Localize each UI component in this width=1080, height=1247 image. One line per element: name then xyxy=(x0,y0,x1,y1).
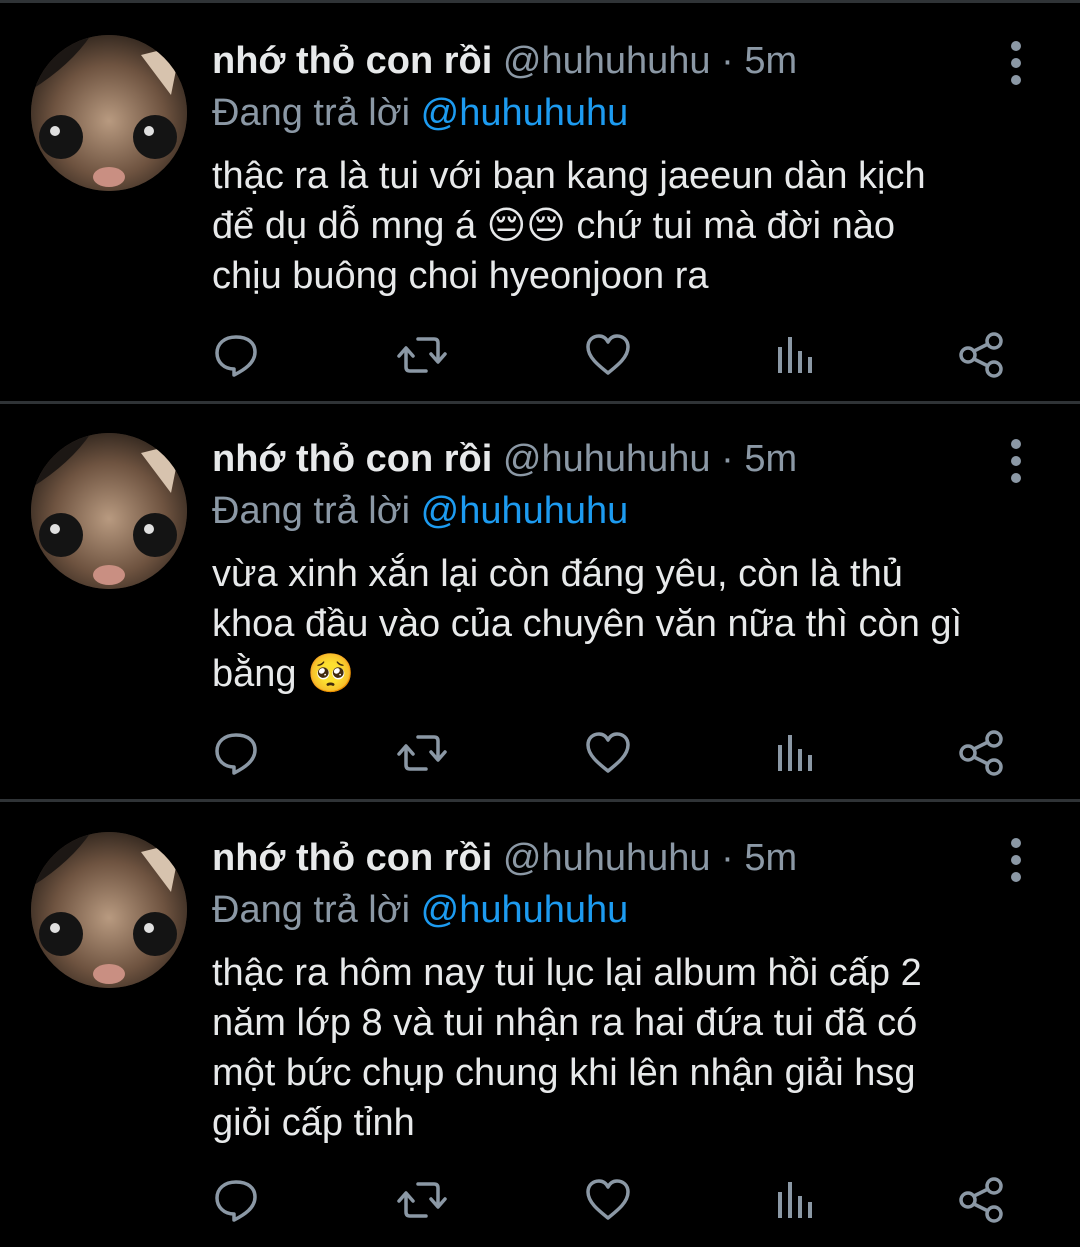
share-icon[interactable] xyxy=(954,327,1010,383)
handle[interactable]: @huhuhuhu xyxy=(503,438,711,480)
share-icon[interactable] xyxy=(954,1172,1010,1228)
action-bar xyxy=(0,725,1080,785)
avatar[interactable] xyxy=(31,35,187,191)
reply-context: Đang trả lời @huhuhuhu xyxy=(212,886,628,934)
reply-icon[interactable] xyxy=(208,1172,264,1228)
more-vertical-icon[interactable] xyxy=(1004,41,1028,85)
reply-to-handle[interactable]: @huhuhuhu xyxy=(421,92,629,134)
tweet-text: vừa xinh xắn lại còn đáng yêu, còn là th… xyxy=(212,553,963,695)
tweet-feed: nhớ thỏ con rồi @huhuhuhu · 5m Đang trả … xyxy=(0,0,1080,1247)
handle[interactable]: @huhuhuhu xyxy=(503,837,711,879)
heart-icon[interactable] xyxy=(580,725,636,781)
tweet-text: thậc ra là tui với bạn kang jaeeun dàn k… xyxy=(212,155,926,297)
reply-to-handle[interactable]: @huhuhuhu xyxy=(421,490,629,532)
display-name[interactable]: nhớ thỏ con rồi xyxy=(212,837,492,879)
timestamp[interactable]: 5m xyxy=(744,40,797,82)
tweet-header: nhớ thỏ con rồi @huhuhuhu · 5m xyxy=(212,834,797,882)
tweet-header: nhớ thỏ con rồi @huhuhuhu · 5m xyxy=(212,37,797,85)
heart-icon[interactable] xyxy=(580,1172,636,1228)
more-vertical-icon[interactable] xyxy=(1004,838,1028,882)
separator: · xyxy=(721,40,734,82)
reply-context: Đang trả lời @huhuhuhu xyxy=(212,89,628,137)
separator: · xyxy=(721,837,734,879)
action-bar xyxy=(0,1172,1080,1232)
display-name[interactable]: nhớ thỏ con rồi xyxy=(212,438,492,480)
display-name[interactable]: nhớ thỏ con rồi xyxy=(212,40,492,82)
reply-icon[interactable] xyxy=(208,327,264,383)
analytics-icon[interactable] xyxy=(768,327,824,383)
retweet-icon[interactable] xyxy=(394,327,450,383)
analytics-icon[interactable] xyxy=(768,725,824,781)
divider xyxy=(0,0,1080,3)
reply-icon[interactable] xyxy=(208,725,264,781)
action-bar xyxy=(0,327,1080,387)
analytics-icon[interactable] xyxy=(768,1172,824,1228)
reply-to-handle[interactable]: @huhuhuhu xyxy=(421,889,629,931)
tweet-text: thậc ra hôm nay tui lục lại album hồi cấ… xyxy=(212,952,922,1144)
reply-context: Đang trả lời @huhuhuhu xyxy=(212,487,628,535)
tweet-header: nhớ thỏ con rồi @huhuhuhu · 5m xyxy=(212,435,797,483)
separator: · xyxy=(721,438,734,480)
more-vertical-icon[interactable] xyxy=(1004,439,1028,483)
tweet[interactable]: nhớ thỏ con rồi @huhuhuhu · 5m Đang trả … xyxy=(0,5,1080,399)
retweet-icon[interactable] xyxy=(394,1172,450,1228)
heart-icon[interactable] xyxy=(580,327,636,383)
timestamp[interactable]: 5m xyxy=(744,837,797,879)
tweet[interactable]: nhớ thỏ con rồi @huhuhuhu · 5m Đang trả … xyxy=(0,403,1080,797)
reply-prefix: Đang trả lời xyxy=(212,92,411,134)
retweet-icon[interactable] xyxy=(394,725,450,781)
avatar[interactable] xyxy=(31,433,187,589)
tweet[interactable]: nhớ thỏ con rồi @huhuhuhu · 5m Đang trả … xyxy=(0,802,1080,1247)
timestamp[interactable]: 5m xyxy=(744,438,797,480)
share-icon[interactable] xyxy=(954,725,1010,781)
reply-prefix: Đang trả lời xyxy=(212,889,411,931)
reply-prefix: Đang trả lời xyxy=(212,490,411,532)
handle[interactable]: @huhuhuhu xyxy=(503,40,711,82)
avatar[interactable] xyxy=(31,832,187,988)
